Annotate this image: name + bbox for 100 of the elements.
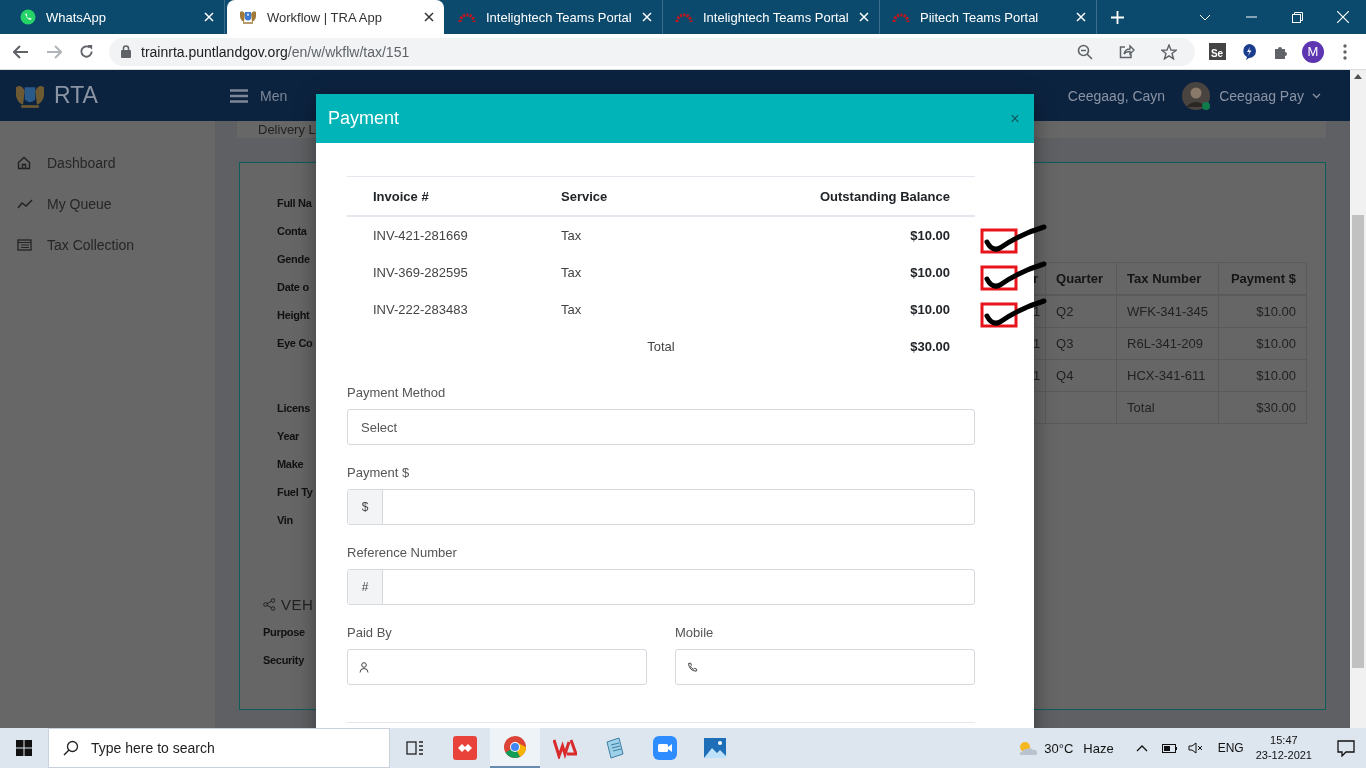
card-title: Delivery L <box>258 122 316 137</box>
minimize-icon <box>1245 16 1257 18</box>
office-icon[interactable] <box>553 737 577 759</box>
list-icon <box>17 239 32 251</box>
chat-icon <box>20 9 36 25</box>
arc-icon <box>458 11 476 23</box>
chevron-up-icon[interactable] <box>1135 744 1148 752</box>
person-icon <box>359 661 369 673</box>
restore-icon <box>1291 11 1303 23</box>
bolt-icon <box>1242 43 1256 60</box>
addon-label: $ <box>348 490 383 524</box>
input-field[interactable]: # <box>347 569 975 605</box>
field-label: Gende <box>276 252 311 267</box>
weather-condition[interactable]: Haze <box>1083 740 1114 756</box>
field-label: Fuel Ty <box>276 485 314 500</box>
balance-cell: $10.00 <box>910 265 950 280</box>
field-label: Payment $ <box>347 465 411 480</box>
reload-icon <box>79 44 94 59</box>
input-field[interactable]: $ <box>347 489 975 525</box>
avatar-icon[interactable] <box>1181 80 1212 111</box>
input-field[interactable] <box>347 649 647 685</box>
field-label: Reference Number <box>347 545 458 560</box>
column-header: Tax Number <box>1116 262 1219 295</box>
arc-icon <box>675 11 693 23</box>
checkbox[interactable] <box>980 298 1048 328</box>
field-label: Year <box>276 429 301 444</box>
app-icon[interactable] <box>453 736 477 760</box>
arc-icon <box>892 11 910 23</box>
field-label: Vin <box>276 513 294 528</box>
checkbox[interactable] <box>980 224 1048 254</box>
trend-icon <box>17 199 33 209</box>
zoom-out-icon <box>1077 43 1093 60</box>
table-cell: Q4 <box>1045 359 1117 392</box>
notification-icon[interactable] <box>1337 739 1355 757</box>
extension-badge[interactable]: Se <box>1208 43 1226 60</box>
total-label: Total <box>646 338 676 356</box>
total-label: Total <box>1116 391 1219 424</box>
field-label: Date o <box>276 280 310 295</box>
field-label: Make <box>276 457 305 472</box>
battery-icon[interactable] <box>1161 743 1178 753</box>
table-cell: Q3 <box>1045 327 1117 360</box>
menu-icon <box>1343 43 1347 60</box>
scroll-up-icon[interactable] <box>1354 74 1362 79</box>
share-icon <box>263 597 276 611</box>
profile-avatar[interactable]: M <box>1302 40 1324 63</box>
table-cell: INV-222-283483 <box>347 291 561 328</box>
column-header: Quarter <box>1045 262 1117 295</box>
field-label: Full Na <box>276 196 313 211</box>
forward-arrow-icon <box>45 44 62 59</box>
field-label: Height <box>276 308 311 323</box>
chevron-down-icon <box>1312 92 1321 99</box>
field-label: Mobile <box>675 625 715 640</box>
menu-icon[interactable] <box>230 88 248 103</box>
field-label: Purpose <box>262 625 306 640</box>
browser-icon[interactable] <box>503 735 527 759</box>
account-dropdown[interactable]: Ceegaag Pay <box>1219 87 1321 104</box>
browser-tab[interactable]: Workflow | TRA App <box>227 0 444 34</box>
chevron-down-icon <box>1199 13 1211 21</box>
total-value: $30.00 <box>1218 391 1307 424</box>
photos-icon[interactable] <box>703 736 727 760</box>
balance-cell: $10.00 <box>910 228 950 243</box>
scrollbar-thumb[interactable] <box>1352 215 1364 668</box>
search-icon <box>63 740 79 756</box>
speaker-muted-icon[interactable] <box>1187 742 1204 754</box>
close-icon[interactable] <box>424 12 434 22</box>
table-cell: HCX-341-611 <box>1116 359 1219 392</box>
select-field[interactable]: Select <box>347 409 975 445</box>
column-header: Payment $ <box>1218 262 1307 295</box>
checkbox[interactable] <box>980 261 1048 291</box>
input-field[interactable] <box>675 649 975 685</box>
field-label: Security <box>262 653 305 668</box>
column-header: Invoice # <box>347 176 561 216</box>
back-arrow-icon <box>12 44 29 59</box>
addon-label: # <box>348 570 383 604</box>
language-indicator[interactable]: ENG <box>1217 741 1244 755</box>
lock-icon <box>121 45 131 58</box>
field-label: Conta <box>276 224 308 239</box>
temperature[interactable]: 30°C <box>1044 740 1074 756</box>
field-label: Payment Method <box>347 385 447 400</box>
field-label: Eye Co <box>276 336 314 351</box>
taskbar-app[interactable] <box>490 728 540 768</box>
taskbar-search-field[interactable]: Type here to search <box>48 728 390 768</box>
star-icon <box>1161 43 1177 60</box>
table-cell: INV-369-282595 <box>347 254 561 291</box>
field-label: Paid By <box>347 625 393 640</box>
video-icon[interactable] <box>653 736 677 760</box>
table-cell-text: Tax <box>561 264 583 282</box>
table-cell: $10.00 <box>1218 359 1307 392</box>
share-icon <box>1119 44 1135 59</box>
task-view-icon[interactable] <box>405 739 425 757</box>
total-value: $30.00 <box>909 338 951 356</box>
table-cell: R6L-341-209 <box>1116 327 1219 360</box>
section-title: VEH <box>281 595 314 613</box>
table-cell: Tax <box>561 216 761 254</box>
clock[interactable]: 15:47 23-12-2021 <box>1255 733 1312 763</box>
crest-icon <box>239 9 257 25</box>
windows-icon <box>16 740 32 756</box>
menu-link[interactable]: Men <box>260 87 288 104</box>
notepad-icon[interactable] <box>603 736 627 760</box>
plus-icon <box>1110 10 1124 24</box>
